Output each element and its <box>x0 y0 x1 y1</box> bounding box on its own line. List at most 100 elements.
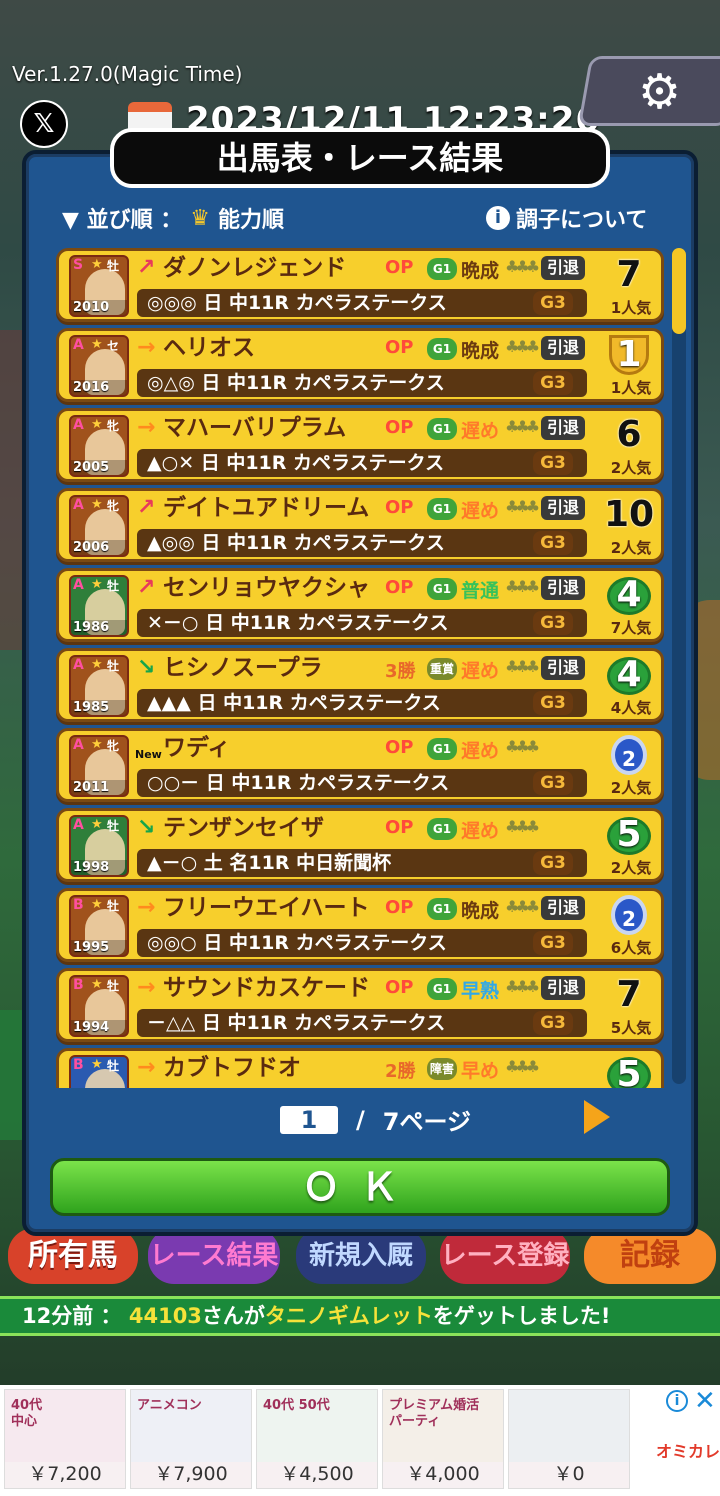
horse-class: OP <box>385 977 414 998</box>
ticker-user: 44103 <box>128 1304 202 1328</box>
star-icon: ★ <box>91 977 103 992</box>
scrollbar-thumb[interactable] <box>672 248 686 334</box>
star-icon: ★ <box>91 897 103 912</box>
retired-badge: 引退 <box>541 256 585 280</box>
race-info: ◎△◎ 日 中11R カペラステークス <box>137 369 587 397</box>
horse-card[interactable]: B ★ 牡 1995 → フリーウエイハート OP G1 晩成 ♣♣♣ 引退 ◎◎○ 日 中11R カ… <box>56 888 664 962</box>
ad-price: ￥7,200 <box>28 1463 102 1485</box>
horse-card[interactable]: B ★ 牡 1994 → サウンドカスケード OP G1 早熟 ♣♣♣ 引退 －△△ 日 中11R カ… <box>56 968 664 1042</box>
grade-icon: G1 <box>427 738 457 760</box>
horse-class: OP <box>385 737 414 758</box>
grade-icon: G1 <box>427 418 457 440</box>
result-number: 6 <box>616 414 642 455</box>
horse-portrait: A ★ 牡 1998 <box>69 815 129 877</box>
x-share-icon[interactable]: 𝕏 <box>20 100 68 148</box>
condition-trend-icon: → <box>137 1055 156 1080</box>
ad-brand-logo[interactable]: オミカレ <box>656 1438 720 1462</box>
horse-name: センリョウヤクシャ <box>163 575 370 601</box>
condition-trend-icon: ↗ <box>137 495 156 520</box>
ad-caption: 40代 50代 <box>263 1398 330 1413</box>
nav-new-entry[interactable]: 新規入厩 <box>296 1228 426 1284</box>
race-info: ▲－○ 土 名11R 中日新聞杯 <box>137 849 587 877</box>
horse-card[interactable]: S ★ 牡 2010 ↗ ダノンレジェンド OP G1 晩成 ♣♣♣ 引退 ◎◎◎ 日 中11R カペ… <box>56 248 664 322</box>
popularity: 5人気 <box>610 1019 652 1037</box>
horse-class: 3勝 <box>385 661 416 682</box>
race-info: ▲◎◎ 日 中11R カペラステークス <box>137 529 587 557</box>
growth-type: 早熟 <box>461 980 500 1002</box>
horse-class: OP <box>385 817 414 838</box>
retired-badge: 引退 <box>541 576 585 600</box>
ad-close-icon[interactable]: ✕ <box>694 1386 716 1416</box>
ad-item[interactable]: プレミアム婚活 パーティ ￥4,000 <box>382 1389 504 1489</box>
race-result: 2 <box>599 733 659 777</box>
retired-badge: 引退 <box>541 656 585 680</box>
star-icon: ★ <box>91 257 103 272</box>
horse-card[interactable]: A ★ 牡 1998 ↘ テンザンセイザ OP G1 遅め ♣♣♣ ▲－○ 土 名11R 中日新聞杯… <box>56 808 664 882</box>
horse-portrait: A ★ 牝 2011 <box>69 735 129 797</box>
horse-rank: A <box>73 657 84 673</box>
horse-sex: 牡 <box>107 979 120 993</box>
popularity: 1人気 <box>610 299 652 317</box>
horse-year: 2011 <box>71 780 127 795</box>
horse-card[interactable]: A ★ 牡 1985 ↘ ヒシノスープラ 3勝 重賞 遅め ♣♣♣ 引退 ▲▲▲ 日 中11R カペラ… <box>56 648 664 722</box>
horse-card[interactable]: A ★ 牡 1986 ↗ センリョウヤクシャ OP G1 普通 ♣♣♣ 引退 ✕－○ 日 中11R カ… <box>56 568 664 642</box>
sort-value: 能力順 <box>217 208 284 233</box>
nav-race-register[interactable]: レース登録 <box>440 1228 570 1284</box>
sort-control[interactable]: ▼ 並び順 ： ♛ 能力順 <box>62 202 284 234</box>
horse-card[interactable]: B ★ 牡 → カブトフドオ 2勝 障害 早め ♣♣♣ 5 <box>56 1048 664 1088</box>
condition-trend-icon: New <box>135 748 162 761</box>
ad-item[interactable]: ￥0 <box>508 1389 630 1489</box>
ad-item[interactable]: 40代 50代 ￥4,500 <box>256 1389 378 1489</box>
star-icon: ★ <box>91 497 103 512</box>
retired-badge: 引退 <box>541 416 585 440</box>
result-number: 2 <box>622 907 636 931</box>
horse-rank: A <box>73 497 84 513</box>
ad-info-icon[interactable]: i <box>666 1390 688 1412</box>
sort-label: ▼ 並び順 ： <box>62 208 183 233</box>
condition-trend-icon: → <box>137 415 156 440</box>
info-icon: i <box>486 206 510 230</box>
ad-image <box>509 1390 629 1462</box>
condition-info-button[interactable]: i 調子について <box>486 202 647 234</box>
grade-icon: G1 <box>427 258 457 280</box>
ad-item[interactable]: アニメコン ￥7,900 <box>130 1389 252 1489</box>
growth-type: 早め <box>461 1060 500 1082</box>
horse-sex: 牡 <box>107 579 120 593</box>
horse-name: マハーバリプラム <box>163 415 347 441</box>
horse-list: S ★ 牡 2010 ↗ ダノンレジェンド OP G1 晩成 ♣♣♣ 引退 ◎◎◎ 日 中11R カペ… <box>52 244 668 1088</box>
growth-type: 遅め <box>461 500 500 522</box>
next-page-arrow-icon[interactable] <box>584 1100 610 1134</box>
popularity: 7人気 <box>610 619 652 637</box>
horse-card[interactable]: A ★ 牝 2006 ↗ デイトユアドリーム OP G1 遅め ♣♣♣ 引退 ▲◎◎ 日 中11R カ… <box>56 488 664 562</box>
horse-name: ヒシノスープラ <box>163 655 323 681</box>
race-info: ◎◎○ 日 中11R カペラステークス <box>137 929 587 957</box>
news-ticker: 12分前 ： 44103さんがタニノギムレットをゲットしました! <box>0 1296 720 1336</box>
page-number-input[interactable]: 1 <box>280 1105 338 1134</box>
gear-icon[interactable]: ⚙ <box>638 68 681 116</box>
horse-year: 1995 <box>71 940 127 955</box>
scrollbar-track[interactable] <box>672 248 686 1084</box>
result-number: 10 <box>603 494 655 535</box>
growth-type: 遅め <box>461 740 500 762</box>
condition-trend-icon: → <box>137 335 156 360</box>
horse-card[interactable]: A ★ 牝 2011 New ワディ OP G1 遅め ♣♣♣ ○○－ 日 中11R カペラステーク… <box>56 728 664 802</box>
ad-item[interactable]: 40代 中心 ￥7,200 <box>4 1389 126 1489</box>
horse-card[interactable]: A ★ セ 2016 → ヘリオス OP G1 晩成 ♣♣♣ 引退 ◎△◎ 日 中11R カペラステー… <box>56 328 664 402</box>
nav-records[interactable]: 記録 <box>584 1228 716 1284</box>
race-info: ◎◎◎ 日 中11R カペラステークス <box>137 289 587 317</box>
star-icon: ★ <box>91 657 103 672</box>
horse-class: OP <box>385 337 414 358</box>
growth-type: 遅め <box>461 420 500 442</box>
horse-card[interactable]: A ★ 牝 2005 → マハーバリプラム OP G1 遅め ♣♣♣ 引退 ▲○✕ 日 中11R カペ… <box>56 408 664 482</box>
nav-race-results[interactable]: レース結果 <box>148 1228 280 1284</box>
ok-button[interactable]: ＯＫ <box>50 1158 670 1216</box>
result-number: 5 <box>616 814 642 855</box>
horse-sex: 牡 <box>107 659 120 673</box>
growth-type: 遅め <box>461 820 500 842</box>
ad-price: ￥4,000 <box>406 1463 480 1485</box>
horse-sex: 牡 <box>107 899 120 913</box>
race-info: －△△ 日 中11R カペラステークス <box>137 1009 587 1037</box>
nav-owned-horses[interactable]: 所有馬 <box>8 1228 138 1284</box>
star-icon: ★ <box>91 337 103 352</box>
grade-icon: G1 <box>427 978 457 1000</box>
